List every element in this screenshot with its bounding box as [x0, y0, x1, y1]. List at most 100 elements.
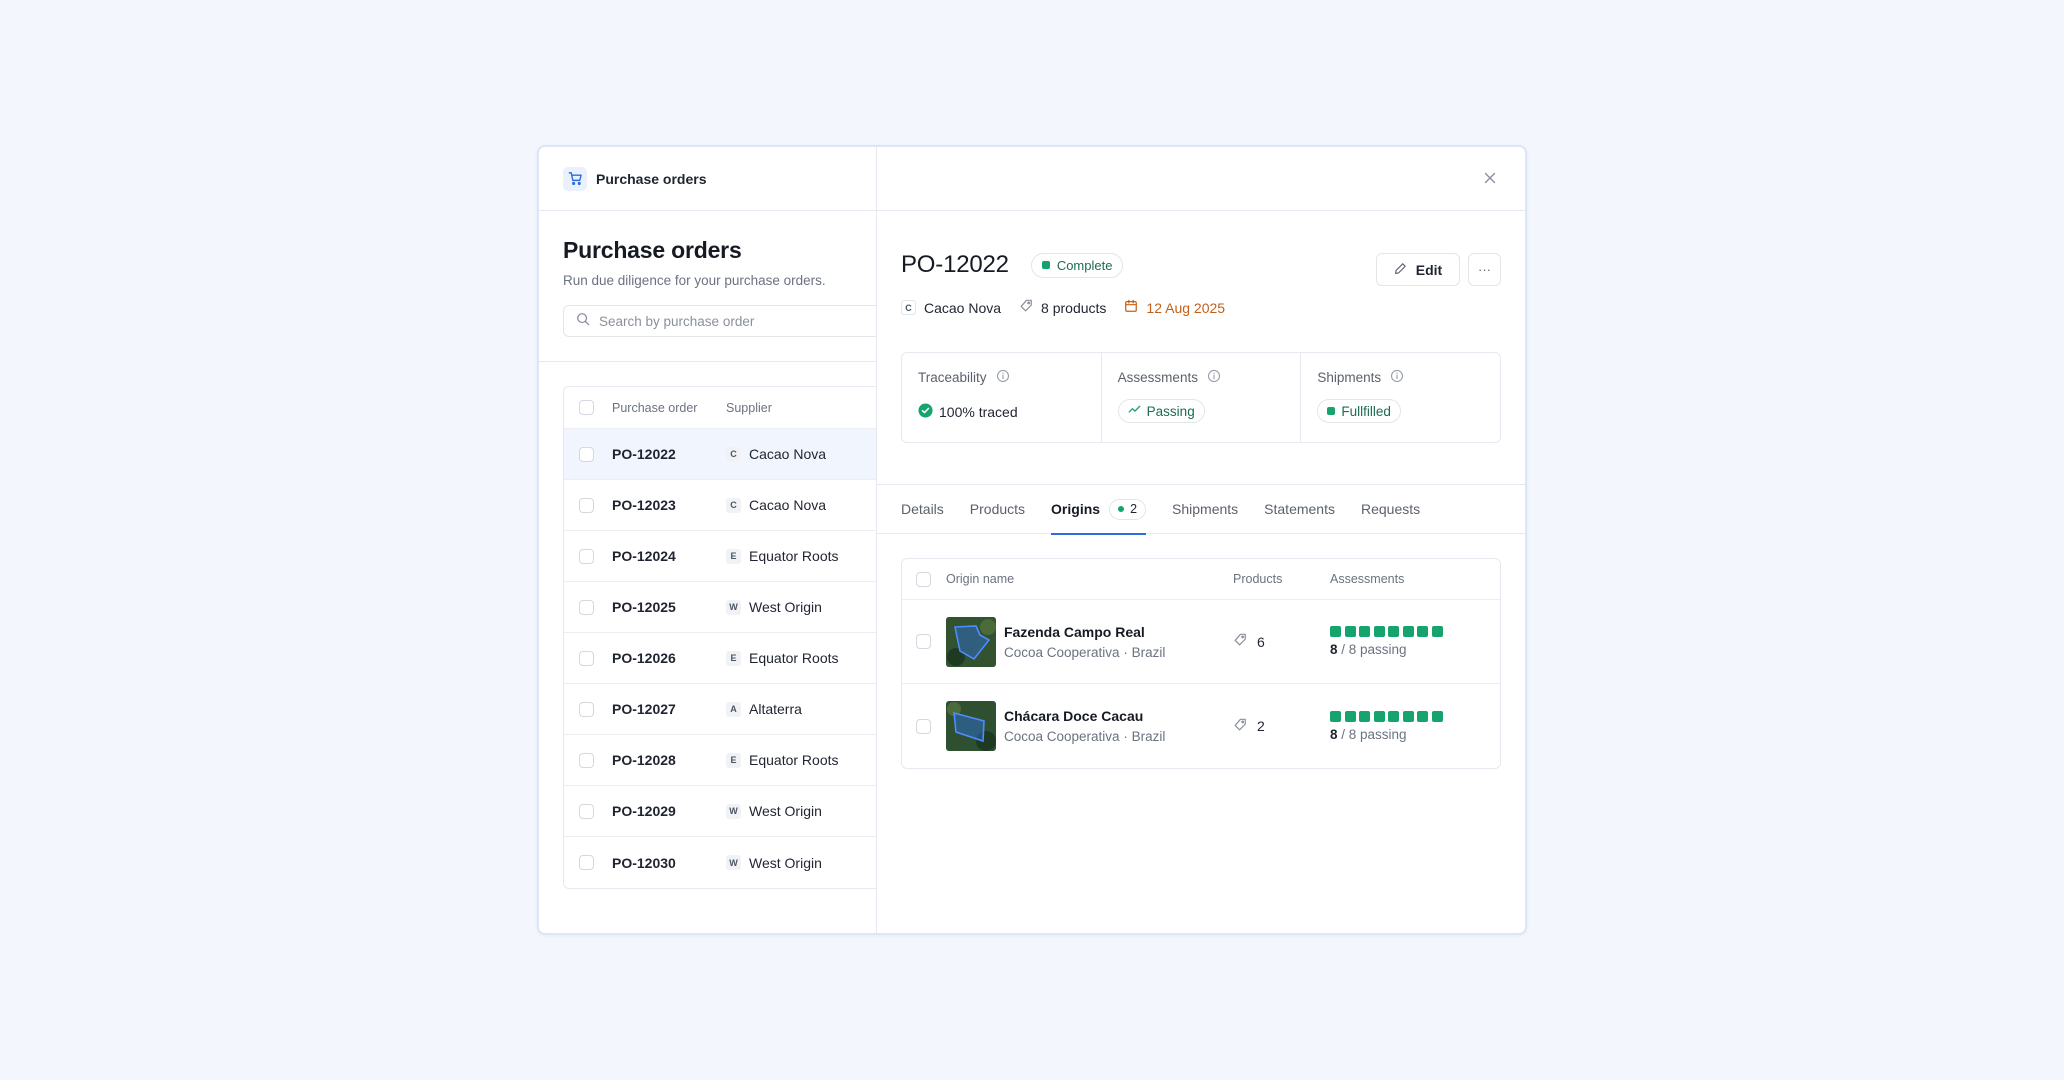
tab-statements[interactable]: Statements — [1264, 485, 1335, 533]
info-icon[interactable] — [1207, 369, 1221, 386]
assessments-pill: Passing — [1117, 399, 1205, 423]
table-header: Origin name Products Assessments — [902, 559, 1500, 600]
row-checkbox[interactable] — [579, 497, 594, 513]
passing-total: / 8 passing — [1337, 726, 1407, 742]
origins-table: Origin name Products Assessments Fazenda… — [901, 558, 1501, 769]
tab-products[interactable]: Products — [970, 485, 1025, 533]
more-options-button[interactable]: ··· — [1468, 253, 1501, 286]
po-number: PO-12023 — [612, 497, 676, 513]
row-checkbox[interactable] — [579, 599, 594, 615]
table-row[interactable]: PO-12030 W West Origin — [564, 837, 876, 888]
select-all-checkbox[interactable] — [579, 400, 594, 415]
row-checkbox[interactable] — [916, 718, 931, 734]
supplier-initial: E — [726, 650, 741, 666]
pencil-icon — [1394, 262, 1407, 278]
supplier-initial: W — [726, 599, 741, 615]
status-badge: Complete — [1030, 252, 1124, 278]
purchase-order-table: Purchase order Supplier PO-12022 C Cacao … — [563, 386, 876, 889]
supplier-name: West Origin — [749, 803, 822, 819]
status-label: Complete — [1056, 257, 1113, 273]
tag-icon — [1019, 299, 1033, 316]
table-row[interactable]: PO-12022 C Cacao Nova — [564, 429, 876, 480]
tab-details[interactable]: Details — [901, 485, 944, 533]
order-date: 12 Aug 2025 — [1146, 299, 1226, 316]
table-row[interactable]: PO-12028 E Equator Roots — [564, 735, 876, 786]
tab-origins[interactable]: Origins 2 — [1051, 485, 1147, 535]
edit-button[interactable]: Edit — [1376, 253, 1460, 286]
calendar-icon — [1124, 299, 1138, 316]
select-all-checkbox[interactable] — [916, 571, 931, 587]
row-checkbox[interactable] — [579, 752, 594, 768]
table-row[interactable]: PO-12027 A Altaterra — [564, 684, 876, 735]
stat-traceability: Traceability 100% traced — [902, 353, 1102, 442]
assessment-indicators — [1330, 710, 1500, 722]
po-title: PO-12022 — [901, 251, 1009, 278]
supplier-initial: C — [901, 300, 916, 315]
supplier-initial: C — [726, 497, 741, 513]
status-indicator-icon — [1041, 261, 1050, 269]
divider — [539, 361, 876, 362]
column-header-supplier: Supplier — [726, 400, 772, 415]
traceability-value: 100% traced — [939, 404, 1018, 420]
check-circle-icon — [918, 403, 933, 421]
origin-map-thumbnail — [946, 701, 996, 751]
po-number: PO-12027 — [612, 701, 676, 717]
purchase-order-detail-pane: PO-12022 Complete Edit ··· C Cacao Nova 8… — [877, 147, 1525, 933]
supplier-name: Cacao Nova — [749, 497, 827, 513]
po-number: PO-12029 — [612, 803, 676, 819]
supplier-initial: E — [726, 752, 741, 768]
more-icon: ··· — [1478, 262, 1491, 277]
row-checkbox[interactable] — [579, 803, 594, 819]
origin-product-count: 6 — [1257, 633, 1265, 650]
po-number: PO-12030 — [612, 854, 676, 871]
po-number: PO-12022 — [612, 446, 676, 462]
table-row[interactable]: PO-12026 E Equator Roots — [564, 633, 876, 684]
origins-count-badge: 2 — [1109, 498, 1147, 520]
origin-location: Cocoa Cooperativa · Brazil — [1004, 729, 1166, 744]
stats-panel: Traceability 100% traced Assessments Pas… — [901, 352, 1501, 443]
page-title: Purchase orders — [563, 237, 742, 263]
product-count: 8 products — [1041, 299, 1107, 316]
origins-count: 2 — [1130, 502, 1138, 516]
origin-location: Cocoa Cooperativa · Brazil — [1004, 644, 1166, 660]
row-checkbox[interactable] — [579, 650, 594, 666]
assessments-value: Passing — [1146, 403, 1195, 419]
table-row[interactable]: Chácara Doce Cacau Cocoa Cooperativa · B… — [902, 684, 1500, 768]
detail-tabs: Details Products Origins 2 Shipments Stat… — [877, 484, 1525, 535]
stat-label-shipments: Shipments — [1317, 370, 1382, 385]
purchase-order-list-pane: Purchase orders Purchase orders Run due … — [539, 147, 877, 933]
tab-shipments[interactable]: Shipments — [1172, 485, 1238, 533]
row-checkbox[interactable] — [579, 855, 594, 870]
trend-icon — [1128, 403, 1141, 419]
row-checkbox[interactable] — [579, 446, 594, 462]
column-header-assessments: Assessments — [1330, 572, 1405, 586]
info-icon[interactable] — [996, 369, 1010, 386]
table-header: Purchase order Supplier — [564, 387, 876, 429]
close-icon[interactable] — [1481, 169, 1499, 187]
tab-origins-label: Origins — [1051, 501, 1101, 517]
dot-icon — [1118, 506, 1125, 512]
search-box[interactable] — [563, 305, 876, 337]
supplier-initial: C — [726, 446, 741, 462]
search-input[interactable] — [599, 313, 859, 329]
stat-label-assessments: Assessments — [1117, 370, 1198, 385]
info-icon[interactable] — [1390, 369, 1404, 386]
table-row[interactable]: PO-12025 W West Origin — [564, 582, 876, 633]
app-title: Purchase orders — [596, 170, 707, 187]
row-checkbox[interactable] — [916, 634, 931, 649]
search-icon — [576, 312, 590, 331]
table-row[interactable]: Fazenda Campo Real Cocoa Cooperativa · B… — [902, 600, 1500, 684]
detail-header-bar — [877, 147, 1525, 211]
row-checkbox[interactable] — [579, 701, 594, 717]
tag-icon — [1233, 718, 1247, 735]
po-number: PO-12026 — [612, 650, 676, 666]
supplier-name: Cacao Nova — [749, 446, 827, 462]
table-row[interactable]: PO-12023 C Cacao Nova — [564, 480, 876, 531]
table-row[interactable]: PO-12029 W West Origin — [564, 786, 876, 837]
row-checkbox[interactable] — [579, 548, 594, 564]
table-row[interactable]: PO-12024 E Equator Roots — [564, 531, 876, 582]
origin-name: Chácara Doce Cacau — [1004, 708, 1144, 724]
edit-label: Edit — [1415, 261, 1443, 278]
tab-requests[interactable]: Requests — [1361, 485, 1420, 533]
origin-name: Fazenda Campo Real — [1004, 623, 1145, 640]
